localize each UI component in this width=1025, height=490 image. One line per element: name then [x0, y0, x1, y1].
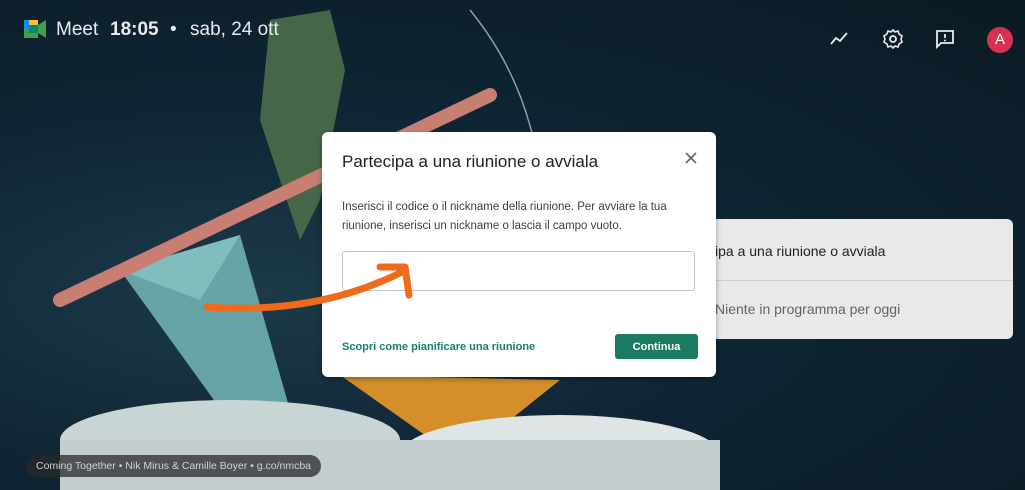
- dialog-description: Inserisci il codice o il nickname della …: [342, 201, 667, 232]
- separator-dot: •: [170, 19, 177, 40]
- panel-divider: [700, 280, 1013, 281]
- close-icon[interactable]: [684, 151, 698, 165]
- meeting-panel: ipa a una riunione o avviala Niente in p…: [700, 219, 1013, 339]
- artwork-credit: Coming Together • Nik Mirus & Camille Bo…: [26, 455, 322, 477]
- account-avatar[interactable]: A: [987, 27, 1013, 53]
- meet-logo-icon: [24, 20, 46, 38]
- annotation-arrow-icon: [203, 263, 413, 312]
- quality-trend-icon[interactable]: [827, 27, 851, 51]
- join-meeting-item[interactable]: ipa a una riunione o avviala: [715, 243, 885, 259]
- dialog-title: Partecipa a una riunione o avviala: [342, 152, 599, 171]
- continue-button[interactable]: Continua: [615, 334, 698, 359]
- app-name: Meet: [56, 19, 99, 40]
- learn-schedule-link[interactable]: Scopri come pianificare una riunione: [342, 341, 535, 353]
- clock-time: 18:05: [110, 19, 159, 40]
- feedback-icon[interactable]: [933, 27, 957, 51]
- clock-date: sab, 24 ott: [190, 19, 279, 40]
- settings-gear-icon[interactable]: [881, 27, 905, 51]
- no-meetings-text: Niente in programma per oggi: [715, 301, 901, 317]
